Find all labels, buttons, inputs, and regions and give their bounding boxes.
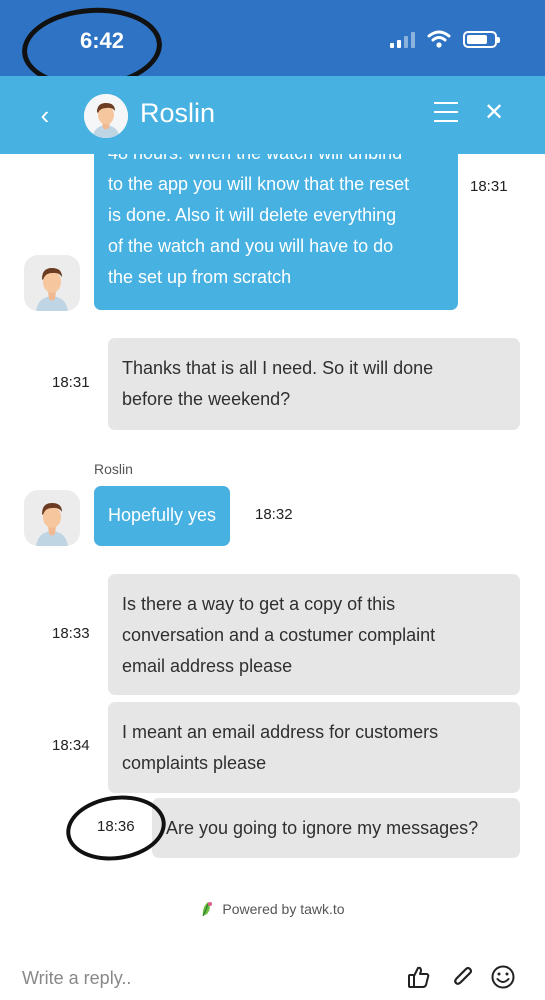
agent-avatar <box>24 255 80 311</box>
hamburger-icon[interactable] <box>434 102 458 122</box>
message-line: Hopefully yes <box>108 505 217 525</box>
chevron-left-icon[interactable]: ‹ <box>36 98 54 132</box>
message-line: of the watch and you will have to do <box>108 236 394 256</box>
message-time: 18:32 <box>255 506 293 523</box>
emoji-icon[interactable] <box>490 964 516 990</box>
powered-by[interactable]: Powered by tawk.to <box>0 900 545 918</box>
status-icons <box>390 30 500 48</box>
sender-name: Roslin <box>94 461 133 477</box>
message-line: is done. Also it will delete everything <box>108 205 397 225</box>
agent-avatar <box>84 94 128 138</box>
user-message: Thanks that is all I need. So it will do… <box>108 338 520 430</box>
message-time: 18:31 <box>470 178 508 195</box>
message-line: Is there a way to get a copy of this <box>122 594 396 614</box>
message-time: 18:33 <box>52 625 90 642</box>
user-message: I meant an email address for customers c… <box>108 702 520 793</box>
message-line: conversation and a costumer complaint <box>122 625 436 645</box>
message-line: Thanks that is all I need. So it will do… <box>122 358 434 378</box>
battery-icon <box>463 31 500 48</box>
message-list[interactable]: 48 nours. when the watch will unbind to … <box>0 154 545 894</box>
user-message: Are you going to ignore my messages? <box>152 798 520 858</box>
battery-level <box>467 35 487 44</box>
message-line: to the app you will know that the reset <box>108 174 410 194</box>
reply-composer <box>0 950 545 1000</box>
agent-name: Roslin <box>140 98 216 128</box>
chat-header: ‹ Roslin ✕ <box>0 76 545 154</box>
message-line: the set up from scratch <box>108 267 292 287</box>
message-line: email address please <box>122 656 293 676</box>
message-time: 18:34 <box>52 737 90 754</box>
thumbs-up-icon[interactable] <box>406 964 432 990</box>
message-line: Are you going to ignore my messages? <box>166 818 479 838</box>
paperclip-icon[interactable] <box>450 964 476 990</box>
message-line: I meant an email address for customers <box>122 722 439 742</box>
close-icon[interactable]: ✕ <box>480 98 508 128</box>
user-message: Is there a way to get a copy of this con… <box>108 574 520 695</box>
message-time: 18:31 <box>52 374 90 391</box>
agent-avatar <box>24 490 80 546</box>
agent-message: Hopefully yes <box>94 486 231 546</box>
signal-icon <box>390 32 415 48</box>
tawk-leaf-icon <box>202 902 213 917</box>
message-line: complaints please <box>122 753 267 773</box>
reply-input[interactable] <box>22 964 382 992</box>
powered-by-text: Powered by tawk.to <box>222 901 345 917</box>
message-line: 48 nours. when the watch will unbind <box>108 154 444 169</box>
message-line: before the weekend? <box>122 389 291 409</box>
wifi-icon <box>427 30 451 48</box>
agent-message: 48 nours. when the watch will unbind to … <box>94 154 458 310</box>
